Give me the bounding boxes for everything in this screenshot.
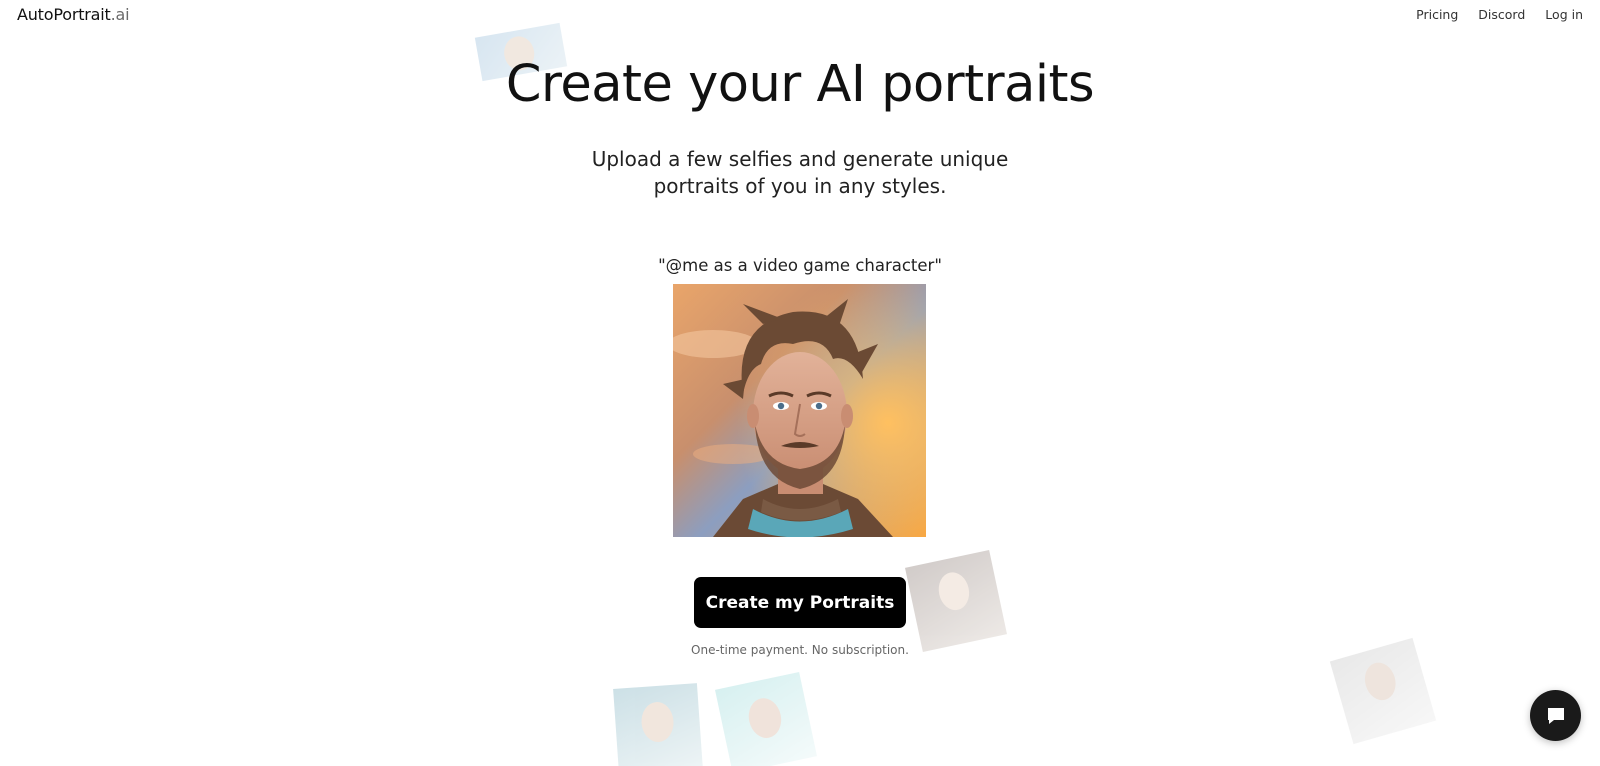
hero-title: Create your AI portraits: [505, 55, 1095, 114]
nav-login-link[interactable]: Log in: [1545, 7, 1583, 22]
chat-launcher-button[interactable]: [1530, 690, 1581, 741]
example-prompt: "@me as a video game character": [658, 256, 942, 275]
floating-portrait-thumbnail: [714, 671, 818, 766]
thumbnail-face: [935, 569, 973, 613]
top-navigation-bar: AutoPortrait.ai Pricing Discord Log in: [0, 0, 1600, 30]
floating-portrait-thumbnail: [613, 683, 703, 766]
floating-portrait-thumbnail: [904, 549, 1008, 653]
chat-bubble-icon: [1547, 707, 1564, 724]
thumbnail-face: [1360, 658, 1400, 704]
thumbnail-face: [640, 700, 675, 744]
logo-tld: .ai: [110, 5, 130, 24]
example-portrait-image: [673, 284, 926, 537]
thumbnail-face: [745, 695, 785, 741]
hero-subtitle: Upload a few selfies and generate unique…: [591, 147, 1009, 198]
nav-discord-link[interactable]: Discord: [1478, 7, 1525, 22]
site-logo[interactable]: AutoPortrait.ai: [17, 5, 130, 24]
create-portraits-button[interactable]: Create my Portraits: [694, 577, 906, 628]
landing-page: AutoPortrait.ai Pricing Discord Log in C…: [0, 0, 1600, 766]
logo-brand: AutoPortrait: [17, 5, 111, 24]
portrait-illustration: [673, 284, 926, 537]
nav-pricing-link[interactable]: Pricing: [1416, 7, 1458, 22]
nav-links: Pricing Discord Log in: [1416, 7, 1583, 22]
